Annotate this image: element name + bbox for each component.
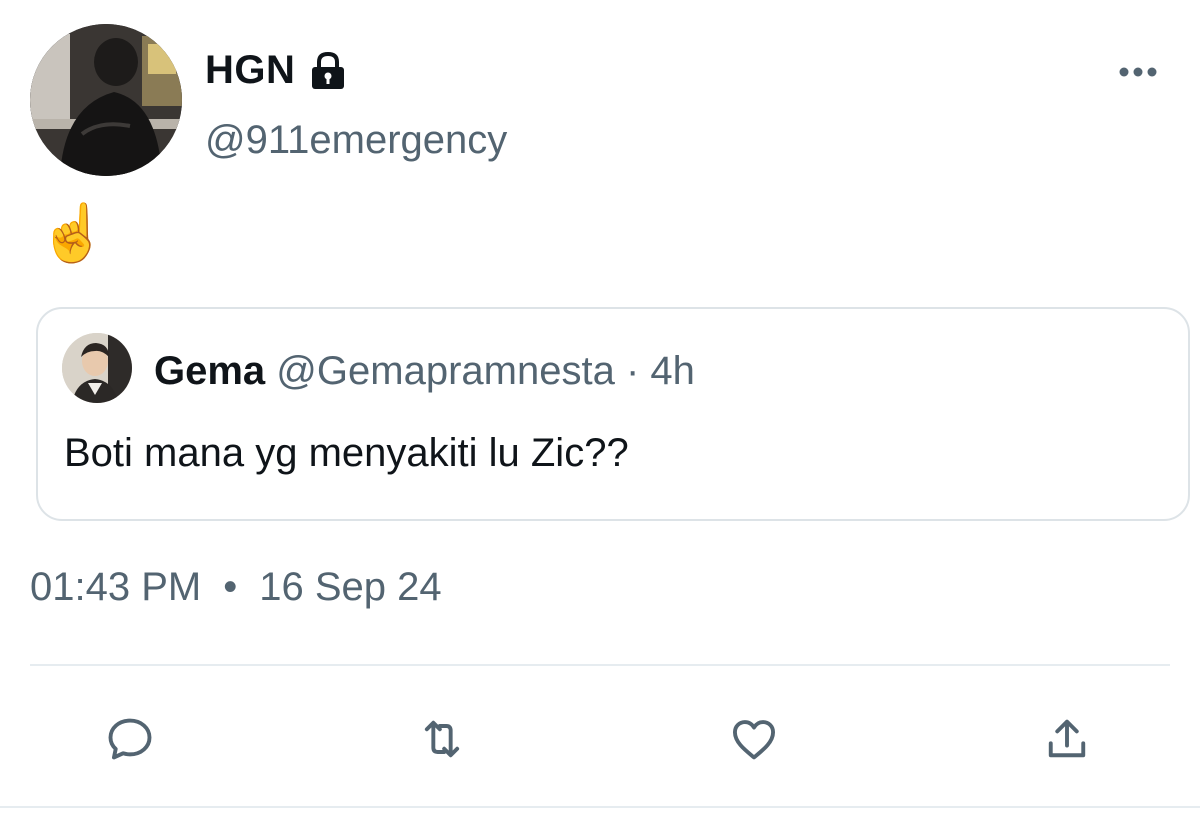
author-handle[interactable]: @911emergency — [205, 118, 507, 163]
quoted-tweet-header: Gema @Gemapramnesta · 4h — [154, 349, 695, 394]
quoted-tweet-text: Boti mana yg menyakiti lu Zic?? — [64, 431, 629, 475]
quoted-author-avatar[interactable] — [62, 333, 132, 403]
divider — [0, 806, 1200, 808]
person-avatar-icon — [30, 24, 182, 176]
share-button[interactable] — [1040, 712, 1094, 766]
quoted-tweet-card[interactable]: Gema @Gemapramnesta · 4h Boti mana yg me… — [36, 307, 1190, 521]
quoted-header-separator: · — [625, 349, 640, 393]
author-name-row: HGN — [205, 48, 349, 93]
retweet-button[interactable] — [415, 712, 469, 766]
tweet-timestamp[interactable]: 01:43 PM • 16 Sep 24 — [30, 565, 442, 610]
more-icon — [1119, 67, 1157, 77]
timestamp-separator: • — [223, 565, 238, 609]
person-avatar-icon — [62, 333, 132, 403]
share-icon — [1048, 719, 1086, 758]
lock-icon — [307, 50, 349, 92]
reply-button[interactable] — [103, 712, 157, 766]
quoted-tweet-time[interactable]: 4h — [650, 349, 695, 393]
tweet-detail: HGN @911emergency ☝️ Gema @Gemapramnesta… — [0, 0, 1200, 825]
reply-icon — [108, 718, 152, 760]
tweet-text: ☝️ — [38, 201, 108, 266]
heart-icon — [732, 720, 776, 760]
author-display-name[interactable]: HGN — [205, 48, 295, 93]
tweet-time: 01:43 PM — [30, 565, 202, 609]
quoted-author-display-name[interactable]: Gema — [154, 349, 265, 393]
tweet-date: 16 Sep 24 — [259, 565, 442, 609]
retweet-icon — [424, 720, 460, 758]
like-button[interactable] — [727, 712, 781, 766]
more-options-button[interactable] — [1108, 52, 1168, 92]
quoted-author-handle[interactable]: @Gemapramnesta — [276, 349, 615, 393]
divider — [30, 664, 1170, 666]
author-avatar[interactable] — [30, 24, 182, 176]
